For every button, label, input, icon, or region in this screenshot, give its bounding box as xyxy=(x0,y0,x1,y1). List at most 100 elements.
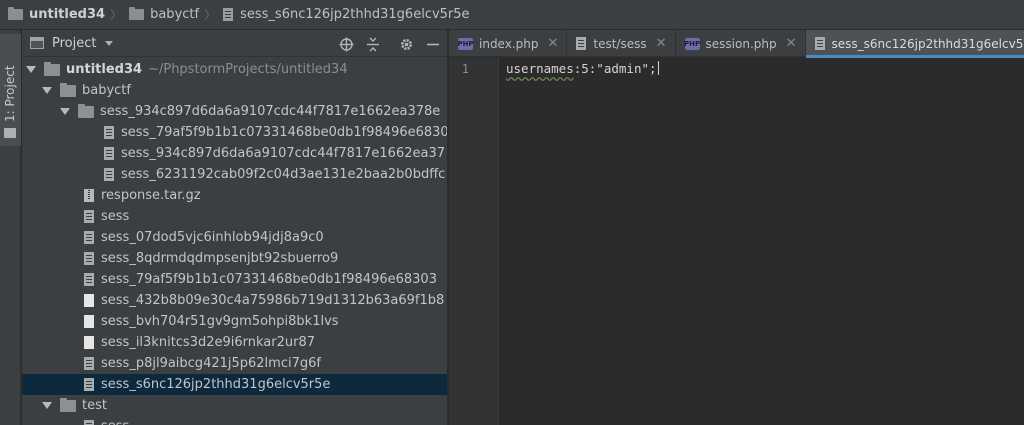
folder-icon xyxy=(60,397,76,412)
navigation-bar: untitled34 〉 babyctf 〉 sess_s6nc126jp2th… xyxy=(0,0,1024,30)
tree-file[interactable]: sess_p8jl9aibcg421j5p62lmci7g6f xyxy=(22,353,447,374)
tree-file[interactable]: sess_07dod5vjc6inhlob94jdj8a9c0 xyxy=(22,227,447,248)
text-file-icon xyxy=(84,357,94,370)
minimize-icon[interactable] xyxy=(425,36,441,52)
expand-arrow-icon[interactable] xyxy=(42,87,52,94)
gear-icon[interactable] xyxy=(398,36,414,52)
tab-index-php[interactable]: PHP index.php ✕ xyxy=(449,30,568,57)
tree-folder-sess[interactable]: sess_934c897d6da6a9107cdc44f7817e1662ea3… xyxy=(22,101,447,122)
tree-item-label: test xyxy=(82,398,107,413)
breadcrumb-separator-icon: 〉 xyxy=(110,8,123,22)
php-icon: PHP xyxy=(683,37,701,50)
project-tool-button[interactable]: 1: Project xyxy=(0,34,21,146)
text-file-icon xyxy=(84,378,94,391)
close-icon[interactable]: ✕ xyxy=(547,36,558,51)
editor-tab-bar: PHP index.php ✕ test/sess ✕ PHP session.… xyxy=(449,30,1024,58)
line-number: 1 xyxy=(461,62,469,76)
tree-file[interactable]: sess_79af5f9b1b1c07331468be0db1f98496e68… xyxy=(22,122,448,143)
tab-label: index.php xyxy=(479,36,539,51)
tree-item-label: sess_934c897d6da6a9107cdc44f7817e1662ea3… xyxy=(100,104,441,119)
blank-file-icon xyxy=(84,336,94,349)
tree-file[interactable]: sess_432b8b09e30c4a75986b719d1312b63a69f… xyxy=(22,290,447,311)
expand-arrow-icon[interactable] xyxy=(42,402,52,409)
file-icon xyxy=(576,37,587,50)
editor-gutter: 1 xyxy=(449,58,499,425)
tree-file[interactable]: sess_bvh704r51gv9gm5ohpi8bk1lvs xyxy=(22,311,447,332)
text-file-icon xyxy=(84,420,94,425)
chevron-down-icon[interactable] xyxy=(105,40,114,46)
breadcrumb-folder[interactable]: babyctf xyxy=(129,0,199,30)
close-icon[interactable]: ✕ xyxy=(786,36,797,51)
tree-file[interactable]: sess_il3knitcs3d2e9i6rnkar2ur87 xyxy=(22,332,447,353)
tree-file[interactable]: sess_934c897d6da6a9107cdc44f7817e1662ea3… xyxy=(22,143,447,164)
tab-label: session.php xyxy=(705,36,777,51)
collapse-icon[interactable] xyxy=(365,36,381,52)
file-icon xyxy=(814,37,825,50)
expand-arrow-icon[interactable] xyxy=(60,108,70,115)
tree-root-label: untitled34 xyxy=(66,62,143,77)
tree-item-label: babyctf xyxy=(82,83,131,98)
tree-file-selected[interactable]: sess_s6nc126jp2thhd31g6elcv5r5e xyxy=(22,374,447,395)
tree-file[interactable]: response.tar.gz xyxy=(22,185,447,206)
text-caret xyxy=(657,61,659,75)
tab-test-sess[interactable]: test/sess ✕ xyxy=(567,30,676,57)
project-panel-title[interactable]: Project xyxy=(52,36,96,51)
folder-icon xyxy=(60,82,76,97)
tree-item-label: sess_p8jl9aibcg421j5p62lmci7g6f xyxy=(101,356,321,371)
text-file-icon xyxy=(84,252,94,265)
code-editor[interactable]: usernames:5:"admin"; xyxy=(500,58,1024,425)
tree-file[interactable]: sess_6231192cab09f2c04d3ae131e2baa2b0bdf… xyxy=(22,164,447,185)
blank-file-icon xyxy=(84,315,94,328)
tree-item-label: sess_934c897d6da6a9107cdc44f7817e1662ea3… xyxy=(121,146,445,161)
close-icon[interactable]: ✕ xyxy=(656,36,667,51)
breadcrumb-label: untitled34 xyxy=(29,7,106,22)
text-file-icon xyxy=(104,126,114,139)
tree-file[interactable]: sess xyxy=(22,416,447,425)
project-tool-label: 1: Project xyxy=(3,65,17,122)
folder-icon xyxy=(8,7,23,20)
tree-root[interactable]: untitled34 ~/PhpstormProjects/untitled34 xyxy=(22,59,447,80)
tree-item-label: sess_bvh704r51gv9gm5ohpi8bk1lvs xyxy=(101,314,339,329)
folder-icon xyxy=(129,7,145,20)
code-line[interactable]: usernames:5:"admin"; xyxy=(506,61,659,76)
project-window-icon xyxy=(30,37,44,49)
tab-session-php[interactable]: PHP session.php ✕ xyxy=(676,30,806,57)
tree-file[interactable]: sess xyxy=(22,206,447,227)
breadcrumb-project[interactable]: untitled34 xyxy=(8,0,105,30)
breadcrumb-label: babyctf xyxy=(150,7,200,22)
tab-sess-active[interactable]: sess_s6nc126jp2thhd31g6elcv5r5e ✕ xyxy=(805,30,1024,58)
text-file-icon xyxy=(84,210,94,223)
locate-icon[interactable] xyxy=(338,36,354,52)
file-icon xyxy=(223,8,234,21)
tree-folder-test[interactable]: test xyxy=(22,395,447,416)
project-panel: Project untitled34 ~/PhpstormProjects/un… xyxy=(22,30,448,425)
code-token: :5:"admin"; xyxy=(573,61,657,76)
folder-icon xyxy=(4,128,16,138)
blank-file-icon xyxy=(84,294,94,307)
breadcrumb-file[interactable]: sess_s6nc126jp2thhd31g6elcv5r5e xyxy=(223,0,470,30)
tree-item-label: sess_79af5f9b1b1c07331468be0db1f98496e68… xyxy=(101,272,437,287)
tree-item-label: sess_6231192cab09f2c04d3ae131e2baa2b0bdf… xyxy=(121,167,446,182)
tree-item-label: sess_79af5f9b1b1c07331468be0db1f98496e68… xyxy=(121,125,448,140)
archive-file-icon xyxy=(84,189,94,202)
tree-folder-babyctf[interactable]: babyctf xyxy=(22,80,447,101)
tree-item-label: sess_8qdrmdqdmpsenjbt92sbuerro9 xyxy=(101,251,339,266)
text-file-icon xyxy=(104,147,114,160)
tree-file[interactable]: sess_8qdrmdqdmpsenjbt92sbuerro9 xyxy=(22,248,447,269)
tree-item-label: sess xyxy=(101,209,130,224)
tab-label: test/sess xyxy=(593,36,647,51)
tree-item-label: sess xyxy=(101,419,129,425)
tree-item-label: sess_07dod5vjc6inhlob94jdj8a9c0 xyxy=(101,230,324,245)
text-file-icon xyxy=(84,273,94,286)
folder-icon xyxy=(44,61,60,76)
php-icon: PHP xyxy=(457,37,474,50)
tree-file[interactable]: sess_79af5f9b1b1c07331468be0db1f98496e68… xyxy=(22,269,447,290)
text-file-icon xyxy=(84,231,94,244)
tree-item-label: response.tar.gz xyxy=(101,188,201,203)
breadcrumb-separator-icon: 〉 xyxy=(204,8,217,22)
folder-icon xyxy=(78,103,94,118)
text-file-icon xyxy=(104,168,114,181)
expand-arrow-icon[interactable] xyxy=(26,66,36,73)
tree-item-label: sess_il3knitcs3d2e9i6rnkar2ur87 xyxy=(101,335,316,350)
code-token-misspelled: usernames xyxy=(506,61,574,76)
